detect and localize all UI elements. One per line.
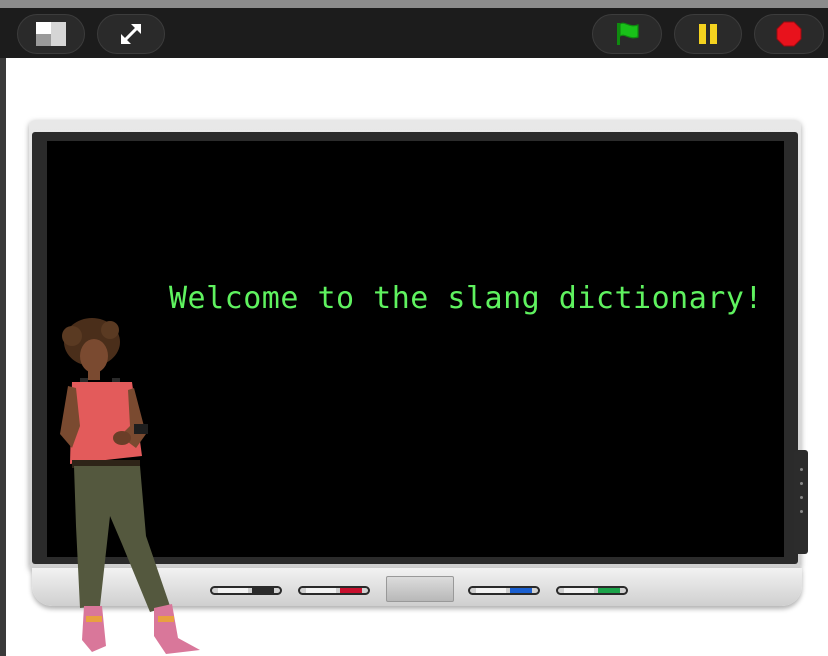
fullscreen-button[interactable]: [97, 14, 165, 54]
pen-color-band: [252, 588, 274, 593]
side-panel-dot: [800, 468, 803, 471]
player-toolbar: [0, 0, 828, 58]
stop-button[interactable]: [754, 14, 824, 54]
side-panel-dot: [800, 510, 803, 513]
smartboard-logo: [401, 122, 423, 127]
pen-cap: [306, 588, 336, 593]
red-pen: [298, 586, 370, 595]
pause-icon: [699, 24, 717, 44]
side-panel-dot: [800, 496, 803, 499]
pen-color-band: [340, 588, 362, 593]
pen-cap: [476, 588, 506, 593]
black-pen: [210, 586, 282, 595]
pause-button[interactable]: [674, 14, 742, 54]
green-flag-button[interactable]: [592, 14, 662, 54]
layout-toggle-button[interactable]: [17, 14, 85, 54]
pen-color-band: [510, 588, 532, 593]
green-flag-icon: [617, 22, 639, 45]
eraser: [386, 576, 454, 602]
pen-cap: [218, 588, 248, 593]
fullscreen-arrows-icon: [120, 23, 142, 45]
smartboard-side-panel: [794, 450, 808, 554]
stop-icon: [776, 21, 802, 47]
welcome-message: Welcome to the slang dictionary!: [169, 281, 763, 316]
pen-color-band: [598, 588, 620, 593]
small-stage-icon: [36, 22, 66, 46]
stage[interactable]: Welcome to the slang dictionary!: [6, 58, 828, 656]
blue-pen: [468, 586, 540, 595]
pen-cap: [564, 588, 594, 593]
green-pen: [556, 586, 628, 595]
student-with-backpack-sprite[interactable]: [50, 316, 210, 656]
side-panel-dot: [800, 482, 803, 485]
